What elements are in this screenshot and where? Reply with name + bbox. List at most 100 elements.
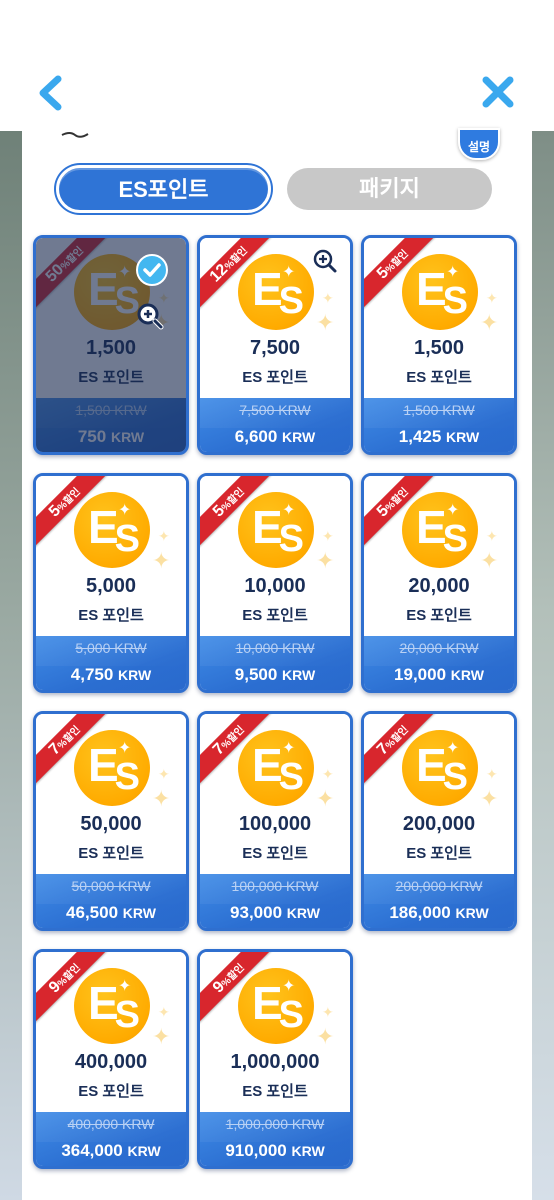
decoration-icon [61,132,89,138]
point-amount: 1,000,000 [230,1051,320,1073]
price-area: 200,000 KRW 186,000 KRW [364,874,514,928]
currency: KRW [118,667,152,683]
point-amount: 10,000 [244,575,306,597]
point-amount: 7,500 [249,337,301,359]
close-button[interactable] [480,74,516,110]
price-area: 400,000 KRW 364,000 KRW [36,1112,186,1166]
es-coin-icon: ES ✦ [74,968,150,1044]
sparkle-icon: ✦ [486,528,498,544]
sparkle-icon: ✦ [322,766,334,782]
price-area: 7,500 KRW 6,600 KRW [200,398,350,452]
point-amount: 1,500 [413,337,465,359]
currency: KRW [446,429,480,445]
original-price: 10,000 KRW [235,640,315,656]
original-price: 1,500 KRW [403,402,475,418]
original-price: 1,500 KRW [75,402,147,418]
point-unit-label: ES 포인트 [78,1083,144,1100]
top-bar [0,0,554,131]
es-coin-icon: ES ✦ [74,492,150,568]
es-coin-icon: ES ✦ [238,254,314,330]
es-coin-icon: ES ✦ [238,730,314,806]
currency: KRW [110,429,145,445]
currency: KRW [282,429,316,445]
original-price: 200,000 KRW [395,878,483,894]
help-button[interactable]: 설명 [458,128,500,160]
sparkle-icon: ✦ [316,548,335,573]
price-area: 50,000 KRW 46,500 KRW [36,874,186,928]
es-coin-icon: ES ✦ [74,730,150,806]
price-area: 1,500 KRW 750 KRW [36,398,186,452]
price-area: 10,000 KRW 9,500 KRW [200,636,350,690]
product-card[interactable]: ES ✦ ✦ ✦ 10,000 ES 포인트 10,000 KRW 9,500 K… [197,473,353,693]
final-price: 4,750 KRW [36,665,186,685]
original-price: 100,000 KRW [231,878,319,894]
sparkle-icon: ✦ [152,1024,171,1049]
currency: KRW [127,1143,161,1159]
es-coin-icon: ES ✦ [238,492,314,568]
product-card[interactable]: ES ✦ ✦ ✦ 1,500 ES 포인트 1,500 KRW 750 KRW 5… [33,235,189,455]
sparkle-icon: ✦ [322,290,334,306]
original-price: 5,000 KRW [75,640,147,656]
point-amount: 50,000 [80,813,142,835]
currency: KRW [455,905,489,921]
final-price-value: 1,425 [398,427,442,446]
point-amount: 20,000 [408,575,470,597]
final-price: 9,500 KRW [200,665,350,685]
original-price: 50,000 KRW [71,878,151,894]
final-price-value: 46,500 [66,903,119,922]
sparkle-icon: ✦ [486,766,498,782]
point-amount: 1,500 [85,337,137,359]
es-coin-icon: ES ✦ [402,254,478,330]
es-coin-icon: ES ✦ [238,968,314,1044]
sparkle-icon: ✦ [480,548,499,573]
sparkle-icon: ✦ [486,290,498,306]
product-card[interactable]: ES ✦ ✦ ✦ 5,000 ES 포인트 5,000 KRW 4,750 KRW… [33,473,189,693]
final-price-value: 186,000 [389,903,451,922]
product-card[interactable]: ES ✦ ✦ ✦ 7,500 ES 포인트 7,500 KRW 6,600 KRW… [197,235,353,455]
zoom-in-icon[interactable] [312,248,338,274]
zoom-in-icon[interactable] [136,302,164,330]
point-unit-label: ES 포인트 [78,369,144,386]
sparkle-icon: ✦ [152,786,171,811]
sparkle-icon: ✦ [316,310,335,335]
sparkle-icon: ✦ [158,528,170,544]
final-price-value: 6,600 [234,427,278,446]
product-card[interactable]: ES ✦ ✦ ✦ 1,000,000 ES 포인트 1,000,000 KRW 9… [197,949,353,1169]
product-card[interactable]: ES ✦ ✦ ✦ 200,000 ES 포인트 200,000 KRW 186,0… [361,711,517,931]
currency: KRW [282,667,316,683]
point-unit-label: ES 포인트 [78,607,144,624]
currency: KRW [291,1143,325,1159]
point-unit-label: ES 포인트 [242,369,308,386]
tab-es-points[interactable]: ES포인트 [56,165,271,213]
final-price: 910,000 KRW [200,1141,350,1161]
product-card[interactable]: ES ✦ ✦ ✦ 50,000 ES 포인트 50,000 KRW 46,500 … [33,711,189,931]
product-card[interactable]: ES ✦ ✦ ✦ 400,000 ES 포인트 400,000 KRW 364,0… [33,949,189,1169]
sparkle-icon: ✦ [158,766,170,782]
final-price: 750 KRW [36,427,186,447]
final-price: 1,425 KRW [364,427,514,447]
price-area: 1,000,000 KRW 910,000 KRW [200,1112,350,1166]
price-area: 20,000 KRW 19,000 KRW [364,636,514,690]
close-icon [482,76,514,108]
product-card[interactable]: ES ✦ ✦ ✦ 100,000 ES 포인트 100,000 KRW 93,00… [197,711,353,931]
currency: KRW [286,905,320,921]
final-price: 19,000 KRW [364,665,514,685]
chevron-left-icon [39,75,62,111]
point-unit-label: ES 포인트 [406,369,472,386]
final-price: 93,000 KRW [200,903,350,923]
sparkle-icon: ✦ [322,1004,334,1020]
sparkle-icon: ✦ [316,1024,335,1049]
point-unit-label: ES 포인트 [78,845,144,862]
product-card[interactable]: ES ✦ ✦ ✦ 1,500 ES 포인트 1,500 KRW 1,425 KRW… [361,235,517,455]
price-area: 5,000 KRW 4,750 KRW [36,636,186,690]
back-button[interactable] [34,74,68,112]
final-price: 186,000 KRW [364,903,514,923]
selected-check-icon[interactable] [136,254,168,286]
tab-package[interactable]: 패키지 [287,168,492,210]
background-left [0,130,22,1200]
currency: KRW [122,905,156,921]
sparkle-icon: ✦ [152,548,171,573]
sparkle-icon: ✦ [480,786,499,811]
es-coin-icon: ES ✦ [402,730,478,806]
product-card[interactable]: ES ✦ ✦ ✦ 20,000 ES 포인트 20,000 KRW 19,000 … [361,473,517,693]
